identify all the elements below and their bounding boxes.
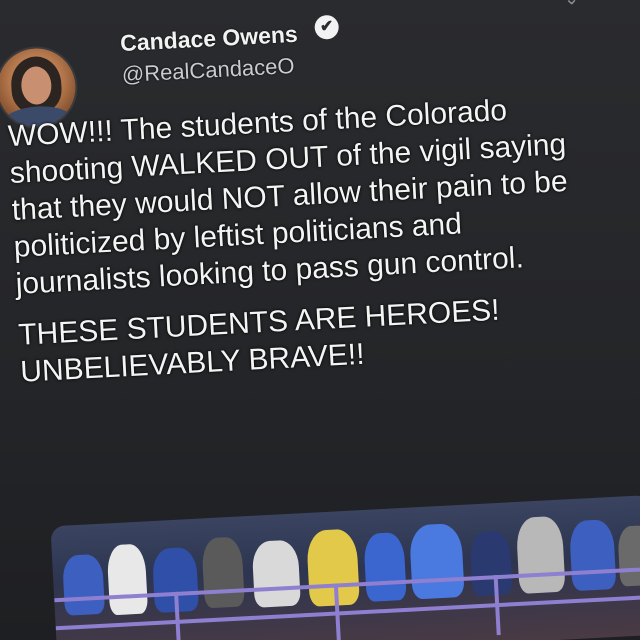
crowd-person bbox=[408, 522, 465, 600]
crowd-person bbox=[469, 530, 513, 597]
crowd-person bbox=[61, 553, 106, 616]
tweet-photo[interactable] bbox=[50, 494, 640, 640]
crowd-person bbox=[568, 518, 617, 592]
crowd-person bbox=[617, 524, 640, 587]
tweet-paragraph: WOW!!! The students of the Colorado shoo… bbox=[7, 93, 569, 301]
author-name[interactable]: Candace Owens bbox=[120, 21, 299, 57]
tweet-text: WOW!!! The students of the Colorado shoo… bbox=[7, 89, 581, 391]
crowd-person bbox=[251, 539, 301, 608]
author-handle[interactable]: @RealCandaceO bbox=[121, 53, 295, 88]
tweet-paragraph: THESE STUDENTS ARE HEROES! UNBELIEVABLY … bbox=[17, 293, 501, 389]
tweet-card: Candace Owens ✔ @RealCandaceO ⌄ WOW!!! T… bbox=[0, 0, 640, 640]
verified-badge-icon: ✔ bbox=[314, 14, 340, 40]
chevron-down-icon[interactable]: ⌄ bbox=[559, 0, 584, 9]
crowd-person bbox=[201, 536, 245, 609]
crowd-person bbox=[106, 543, 149, 616]
crowd-person bbox=[306, 528, 360, 607]
tweet-content: Candace Owens ✔ @RealCandaceO ⌄ WOW!!! T… bbox=[0, 0, 640, 640]
crowd-person bbox=[363, 531, 407, 602]
crowd-person bbox=[515, 515, 566, 594]
